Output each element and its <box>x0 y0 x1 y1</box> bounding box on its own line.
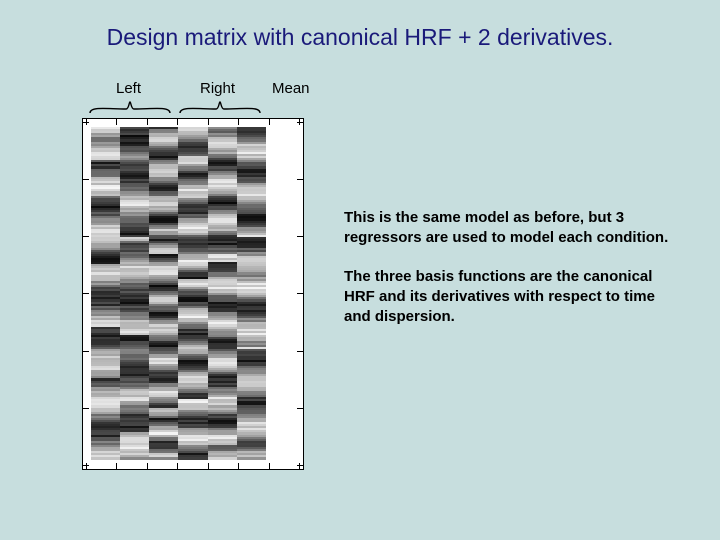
design-matrix-columns <box>91 127 295 461</box>
axis-ticks-left <box>83 119 89 469</box>
regressor-col-left-dispersion <box>149 127 178 461</box>
label-mean: Mean <box>272 80 310 97</box>
regressor-col-right-hrf <box>178 127 207 461</box>
label-right: Right <box>200 80 235 97</box>
regressor-col-left-temporal <box>120 127 149 461</box>
regressor-col-left-hrf <box>91 127 120 461</box>
axis-ticks-top <box>83 119 303 125</box>
regressor-col-mean <box>266 127 295 461</box>
axis-ticks-bottom <box>83 463 303 469</box>
page-title: Design matrix with canonical HRF + 2 der… <box>0 24 720 51</box>
brace-right-icon <box>178 100 262 114</box>
description: This is the same model as before, but 3 … <box>344 208 674 345</box>
axis-ticks-right <box>297 119 303 469</box>
design-matrix <box>82 118 304 470</box>
description-p1: This is the same model as before, but 3 … <box>344 208 674 249</box>
regressor-col-right-temporal <box>208 127 237 461</box>
label-left: Left <box>116 80 141 97</box>
description-p2: The three basis functions are the canoni… <box>344 267 674 328</box>
brace-left-icon <box>88 100 172 114</box>
regressor-col-right-dispersion <box>237 127 266 461</box>
